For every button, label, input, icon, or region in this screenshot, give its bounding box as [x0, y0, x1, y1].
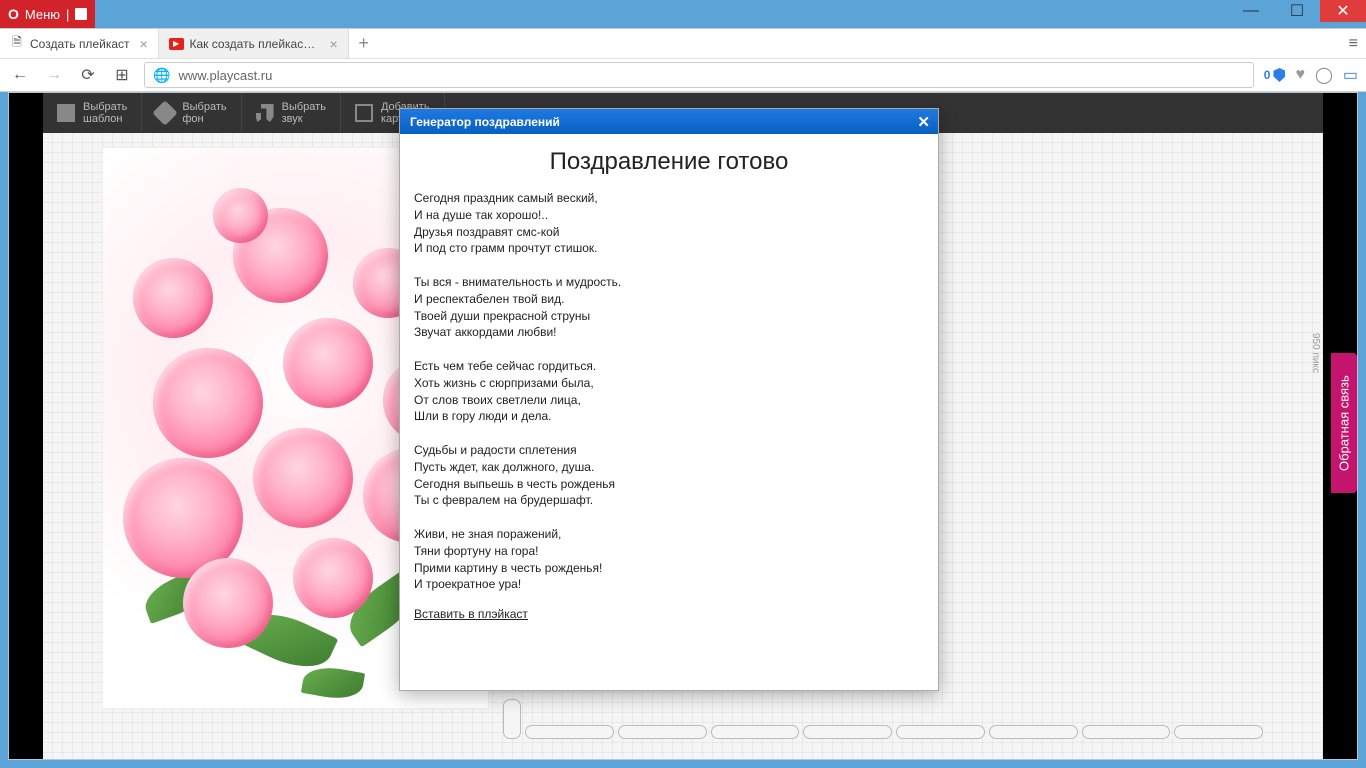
- dialog-heading: Поздравление готово: [414, 148, 924, 176]
- rose-shape: [283, 318, 373, 408]
- rose-shape: [183, 558, 273, 648]
- insert-into-playcast-link[interactable]: Вставить в плэйкаст: [414, 607, 528, 621]
- slider-segment[interactable]: [896, 725, 985, 739]
- sync-icon[interactable]: ◯: [1315, 65, 1333, 85]
- ruler-label: 950 пикс: [1310, 333, 1321, 373]
- window-titlebar: O Меню | — ☐ ✕: [0, 0, 1366, 28]
- menu-label: Меню: [25, 7, 60, 22]
- url-text: www.playcast.ru: [178, 68, 1244, 83]
- image-icon: [355, 104, 373, 122]
- dialog-title-text: Генератор поздравлений: [410, 115, 560, 129]
- tab-close-icon[interactable]: ×: [330, 36, 338, 52]
- poem-text: Сегодня праздник самый веский, И на душе…: [414, 190, 924, 593]
- pipe-icon: |: [66, 7, 69, 22]
- slider-segment[interactable]: [1174, 725, 1263, 739]
- template-icon: [57, 104, 75, 122]
- downloads-icon[interactable]: ▭: [1343, 65, 1358, 85]
- forward-button[interactable]: →: [42, 63, 66, 87]
- rose-shape: [213, 188, 268, 243]
- brush-icon: [153, 100, 178, 125]
- feedback-tab[interactable]: Обратная связь: [1331, 353, 1357, 493]
- addressbar-right: 0 ♥ ◯ ▭: [1264, 65, 1358, 85]
- url-input[interactable]: 🌐 www.playcast.ru: [144, 62, 1254, 88]
- leaf-shape: [301, 663, 365, 703]
- browser-viewport: Выбрать шаблон Выбрать фон Выбрать звук …: [8, 92, 1358, 760]
- rose-shape: [253, 428, 353, 528]
- greeting-generator-dialog: Генератор поздравлений ✕ Поздравление го…: [399, 108, 939, 691]
- tool-select-template[interactable]: Выбрать шаблон: [43, 93, 142, 133]
- rose-shape: [293, 538, 373, 618]
- opera-menu-button[interactable]: O Меню |: [0, 0, 95, 28]
- dialog-titlebar[interactable]: Генератор поздравлений ✕: [400, 109, 938, 134]
- tool-label: Выбрать фон: [182, 101, 226, 125]
- tool-select-sound[interactable]: Выбрать звук: [242, 93, 341, 133]
- globe-icon: 🌐: [153, 67, 170, 84]
- rose-shape: [133, 258, 213, 338]
- shield-icon: [1273, 68, 1285, 82]
- tab-create-playcast[interactable]: 🗎 Создать плейкаст ×: [0, 29, 159, 58]
- speed-dial-button[interactable]: ⊞: [110, 63, 134, 87]
- page-margin-left: [9, 93, 43, 759]
- tab-label: Как создать плейкаст - Yo: [190, 37, 320, 51]
- badge-count: 0: [1264, 68, 1271, 82]
- minimize-button[interactable]: —: [1228, 0, 1274, 22]
- panel-toggle-icon[interactable]: ≡: [1349, 35, 1358, 53]
- slider-segment[interactable]: [618, 725, 707, 739]
- page-content: Выбрать шаблон Выбрать фон Выбрать звук …: [9, 93, 1357, 759]
- blocker-badge[interactable]: 0: [1264, 68, 1286, 82]
- dialog-close-icon[interactable]: ✕: [917, 113, 930, 131]
- back-button[interactable]: ←: [8, 63, 32, 87]
- tool-label: Выбрать звук: [282, 101, 326, 125]
- youtube-icon: ▶: [169, 38, 184, 50]
- slider-handle[interactable]: [503, 699, 521, 739]
- tab-youtube-howto[interactable]: ▶ Как создать плейкаст - Yo ×: [159, 29, 349, 58]
- slider-segment[interactable]: [803, 725, 892, 739]
- dialog-body: Поздравление готово Сегодня праздник сам…: [400, 134, 938, 635]
- slider-segment[interactable]: [1082, 725, 1171, 739]
- feedback-label: Обратная связь: [1337, 375, 1352, 471]
- music-icon: [256, 104, 274, 122]
- window-close-button[interactable]: ✕: [1320, 0, 1366, 22]
- slider-segment[interactable]: [525, 725, 614, 739]
- window-controls: — ☐ ✕: [1228, 0, 1366, 22]
- tabstrip: 🗎 Создать плейкаст × ▶ Как создать плейк…: [0, 28, 1366, 58]
- maximize-button[interactable]: ☐: [1274, 0, 1320, 22]
- new-tab-button[interactable]: +: [349, 29, 379, 58]
- bottom-slider-row: [503, 697, 1263, 739]
- slider-segment[interactable]: [711, 725, 800, 739]
- tab-label: Создать плейкаст: [30, 37, 130, 51]
- tool-select-background[interactable]: Выбрать фон: [142, 93, 241, 133]
- bookmark-heart-icon[interactable]: ♥: [1295, 66, 1305, 84]
- slider-segment[interactable]: [989, 725, 1078, 739]
- file-icon: 🗎: [10, 37, 24, 51]
- tab-close-icon[interactable]: ×: [140, 36, 148, 52]
- rose-shape: [153, 348, 263, 458]
- tool-label: Выбрать шаблон: [83, 101, 127, 125]
- address-bar: ← → ⟳ ⊞ 🌐 www.playcast.ru 0 ♥ ◯ ▭: [0, 58, 1366, 92]
- reload-button[interactable]: ⟳: [76, 63, 100, 87]
- flag-icon: [75, 8, 87, 20]
